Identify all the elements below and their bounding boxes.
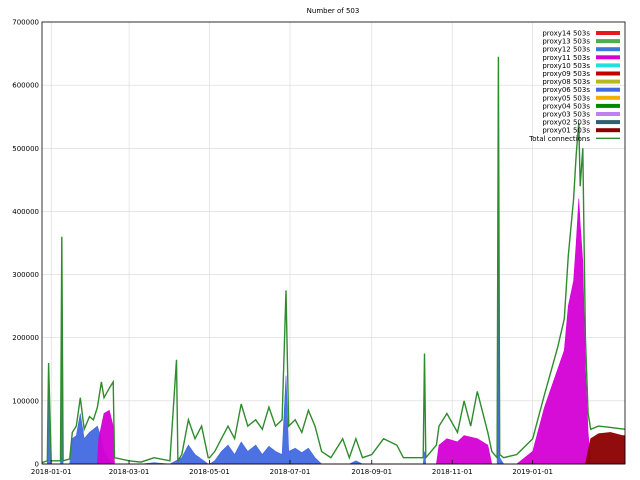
plot-frame — [41, 21, 626, 465]
x-tick-label: 2018-01-01 — [31, 468, 72, 476]
chart-title: Number of 503 — [307, 7, 360, 15]
series-line-total-connections — [41, 56, 626, 464]
legend-label: proxy04 503s — [542, 102, 590, 110]
legend-swatch — [596, 71, 620, 76]
y-tick-label: 100000 — [12, 397, 39, 405]
series-area-proxy11-503s — [42, 198, 625, 465]
legend-swatch — [596, 31, 620, 35]
y-axis: 0100000200000300000400000500000600000700… — [12, 19, 39, 469]
legend-swatch — [596, 39, 620, 44]
x-tick-label: 2019-01-01 — [512, 468, 553, 476]
legend-label: proxy11 503s — [542, 54, 590, 62]
legend-swatch — [596, 87, 620, 92]
legend-swatch — [596, 120, 620, 125]
legend-swatch — [596, 95, 620, 100]
legend-swatch — [596, 47, 620, 52]
y-tick-label: 600000 — [12, 82, 39, 90]
x-tick-label: 2018-03-01 — [109, 468, 150, 476]
plot-area — [41, 56, 626, 465]
legend-swatch — [596, 112, 620, 116]
number-of-503-chart: Number of 503 01000002000003000004000005… — [12, 7, 626, 476]
legend-swatch — [596, 63, 620, 68]
legend-label: proxy12 503s — [542, 46, 590, 54]
legend-label: proxy03 503s — [542, 111, 590, 119]
legend-swatch — [596, 79, 620, 84]
legend-label: proxy02 503s — [542, 119, 590, 127]
legend-label: proxy09 503s — [542, 70, 590, 78]
legend-swatch — [596, 103, 620, 108]
legend-label: Total connections — [528, 135, 590, 143]
x-tick-label: 2018-07-01 — [270, 468, 311, 476]
legend-label: proxy13 503s — [542, 38, 590, 46]
legend-label: proxy08 503s — [542, 78, 590, 86]
legend: proxy14 503sproxy13 503sproxy12 503sprox… — [528, 30, 620, 143]
y-tick-label: 500000 — [12, 145, 39, 153]
legend-label: proxy10 503s — [542, 62, 590, 70]
legend-swatch — [596, 55, 620, 60]
y-tick-label: 400000 — [12, 208, 39, 216]
y-tick-label: 200000 — [12, 334, 39, 342]
x-tick-label: 2018-05-01 — [189, 468, 230, 476]
x-tick-label: 2018-11-01 — [432, 468, 473, 476]
legend-label: proxy01 503s — [542, 127, 590, 135]
grid — [42, 21, 625, 465]
legend-swatch — [596, 128, 620, 133]
y-tick-label: 300000 — [12, 271, 39, 279]
legend-label: proxy06 503s — [542, 86, 590, 94]
legend-label: proxy05 503s — [542, 94, 590, 102]
x-tick-label: 2018-09-01 — [351, 468, 392, 476]
legend-label: proxy14 503s — [542, 30, 590, 38]
y-tick-label: 700000 — [12, 19, 39, 27]
